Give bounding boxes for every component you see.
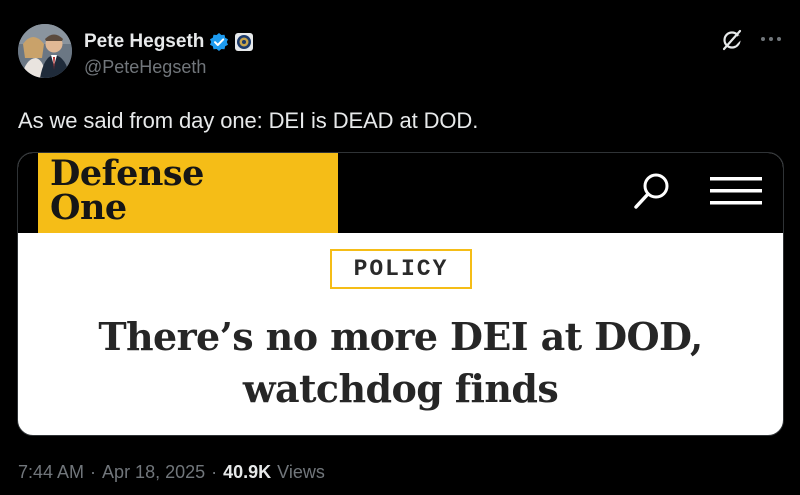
category-badge: POLICY — [330, 249, 472, 289]
more-icon[interactable] — [758, 28, 784, 50]
affiliate-seal-icon[interactable] — [234, 32, 254, 52]
logo-line-1: Defense — [50, 153, 204, 194]
card-topbar: Defense One — [18, 153, 783, 233]
headline-line-1: There’s no more DEI at DOD, — [98, 314, 703, 359]
meta-separator: · — [90, 462, 97, 482]
views-count[interactable]: 40.9K — [223, 462, 271, 483]
name-row: Pete Hegseth — [84, 30, 254, 54]
search-icon — [630, 169, 674, 213]
menu-icon — [708, 175, 764, 207]
verified-badge-icon[interactable] — [209, 32, 229, 52]
tweet-date[interactable]: Apr 18, 2025 — [102, 462, 205, 483]
headline-line-2: watchdog finds — [242, 366, 559, 411]
link-card[interactable]: Defense One POLICY There’s no more DEI a… — [17, 152, 784, 436]
meta-separator: · — [211, 462, 218, 482]
tweet-text: As we said from day one: DEI is DEAD at … — [18, 108, 479, 133]
author-name[interactable]: Pete Hegseth — [84, 31, 204, 53]
card-headline: There’s no more DEI at DOD, watchdog fin… — [18, 311, 783, 415]
defense-one-logo: Defense One — [38, 153, 338, 233]
author-block: Pete Hegseth @PeteHegseth — [84, 30, 254, 78]
logo-line-2: One — [50, 187, 127, 228]
tweet-page: Pete Hegseth @PeteHegseth As we said fro… — [0, 0, 800, 495]
views-label: Views — [277, 462, 325, 482]
tweet-time[interactable]: 7:44 AM — [18, 462, 84, 483]
tweet-meta: 7:44 AM · Apr 18, 2025 · 40.9K Views — [18, 462, 325, 483]
grok-icon[interactable] — [720, 28, 744, 52]
avatar[interactable] — [18, 24, 72, 78]
author-handle[interactable]: @PeteHegseth — [84, 57, 254, 78]
